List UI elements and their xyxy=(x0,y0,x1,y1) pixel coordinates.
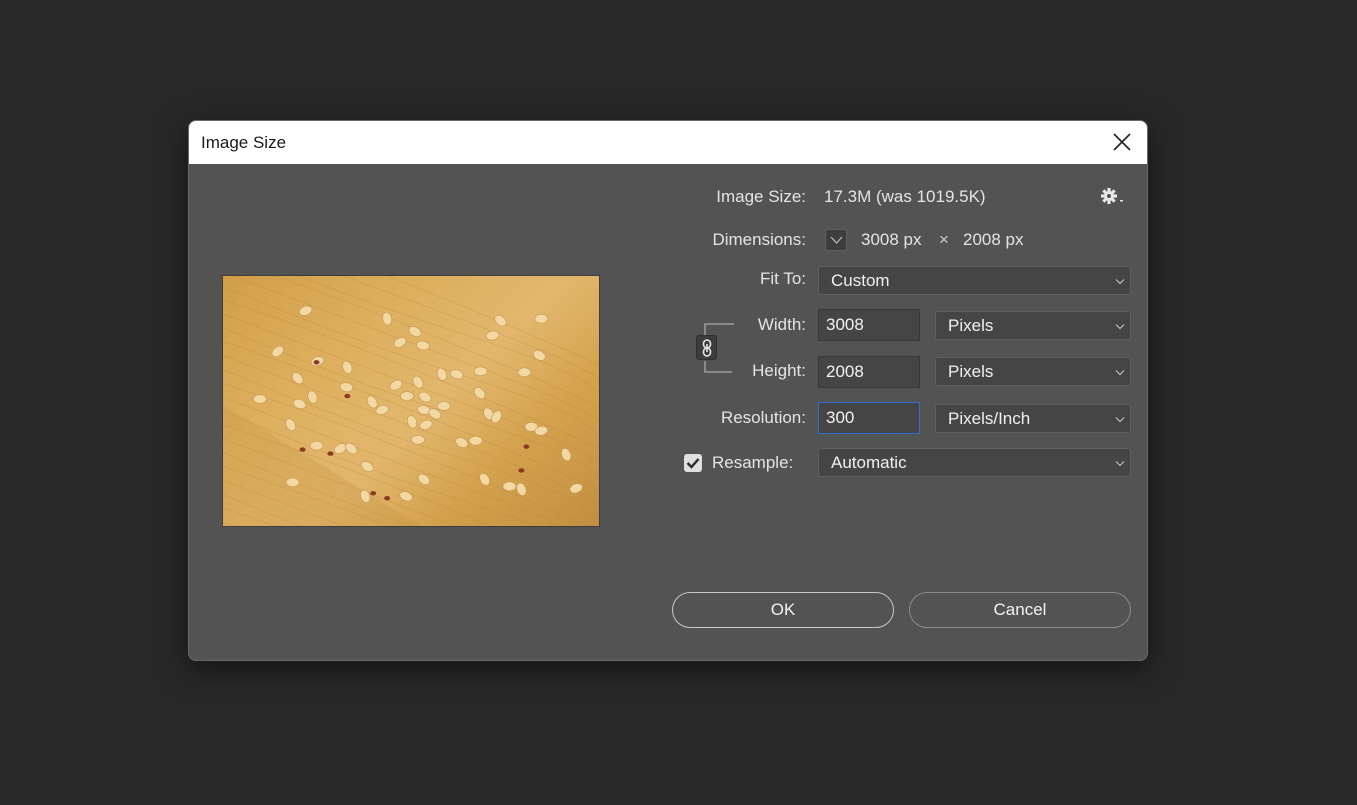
peanut-shape xyxy=(400,391,414,401)
dimensions-width: 3008 px xyxy=(861,230,922,249)
height-label: Height: xyxy=(752,361,806,380)
close-button[interactable] xyxy=(1111,131,1133,153)
image-size-dialog: Image Size Image Size: 17.3M (was 1019.5… xyxy=(188,120,1148,661)
cancel-button[interactable]: Cancel xyxy=(909,592,1131,628)
dimensions-times: × xyxy=(939,230,949,249)
gear-icon xyxy=(1101,188,1123,204)
peanut-shape xyxy=(285,477,300,488)
peanut-skin-shape xyxy=(344,393,351,399)
chevron-down-icon xyxy=(1115,279,1125,285)
height-unit-select[interactable]: Pixels xyxy=(935,357,1131,386)
chevron-down-icon xyxy=(1115,417,1125,423)
peanut-shape xyxy=(534,313,549,324)
resample-select[interactable]: Automatic xyxy=(818,448,1131,477)
resample-checkbox[interactable] xyxy=(684,454,702,472)
dimensions-height: 2008 px xyxy=(963,230,1024,249)
peanut-skin-shape xyxy=(370,491,377,496)
fit-to-value: Custom xyxy=(831,271,890,290)
resolution-value: 300 xyxy=(826,408,855,427)
chevron-down-icon xyxy=(1115,370,1125,376)
image-size-label: Image Size: xyxy=(716,187,806,206)
peanut-shape xyxy=(437,401,451,411)
fit-to-label: Fit To: xyxy=(760,269,806,288)
title-bar: Image Size xyxy=(189,121,1147,164)
width-unit-value: Pixels xyxy=(948,316,994,335)
resolution-unit-select[interactable]: Pixels/Inch xyxy=(935,404,1131,433)
dimensions-label: Dimensions: xyxy=(712,230,806,249)
chevron-down-icon xyxy=(1115,461,1125,467)
peanut-shape xyxy=(309,440,324,451)
settings-button[interactable] xyxy=(1101,188,1127,206)
constrain-proportions-button[interactable] xyxy=(696,335,717,360)
peanut-shape xyxy=(253,394,267,404)
link-icon xyxy=(702,339,712,357)
peanut-skin-shape xyxy=(384,496,391,501)
height-unit-value: Pixels xyxy=(948,362,994,381)
width-value: 3008 xyxy=(826,315,864,334)
ok-button[interactable]: OK xyxy=(672,592,894,628)
peanut-skin-shape xyxy=(327,451,334,456)
dialog-title: Image Size xyxy=(201,133,287,152)
peanut-shape xyxy=(411,434,425,445)
resample-value: Automatic xyxy=(831,453,907,472)
fit-to-select[interactable]: Custom xyxy=(818,266,1131,295)
peanut-skin-shape xyxy=(518,468,525,473)
resolution-input[interactable]: 300 xyxy=(818,402,920,434)
resolution-unit-value: Pixels/Inch xyxy=(948,409,1031,428)
checkmark-icon xyxy=(686,458,700,469)
peanut-skin-shape xyxy=(313,360,320,365)
chevron-down-icon xyxy=(1115,324,1125,330)
image-preview[interactable] xyxy=(222,275,600,527)
preview-image xyxy=(223,276,599,526)
peanut-shape xyxy=(468,435,483,446)
peanut-skin-shape xyxy=(523,444,530,449)
height-value: 2008 xyxy=(826,362,864,381)
peanut-shape xyxy=(517,367,532,377)
close-icon xyxy=(1113,133,1131,151)
image-size-value: 17.3M (was 1019.5K) xyxy=(824,187,986,206)
constrain-bracket-bottom xyxy=(704,361,732,373)
peanut-shape xyxy=(473,366,488,376)
width-label: Width: xyxy=(757,315,806,334)
height-input[interactable]: 2008 xyxy=(818,356,920,388)
dimensions-unit-toggle[interactable] xyxy=(825,229,847,251)
width-unit-select[interactable]: Pixels xyxy=(935,311,1131,340)
resolution-label: Resolution: xyxy=(720,408,806,427)
width-input[interactable]: 3008 xyxy=(818,309,920,341)
constrain-bracket-top xyxy=(704,323,734,335)
peanut-shape xyxy=(502,481,517,492)
chevron-down-icon xyxy=(830,236,843,244)
resample-label: Resample: xyxy=(712,453,794,472)
peanut-skin-shape xyxy=(299,447,306,452)
